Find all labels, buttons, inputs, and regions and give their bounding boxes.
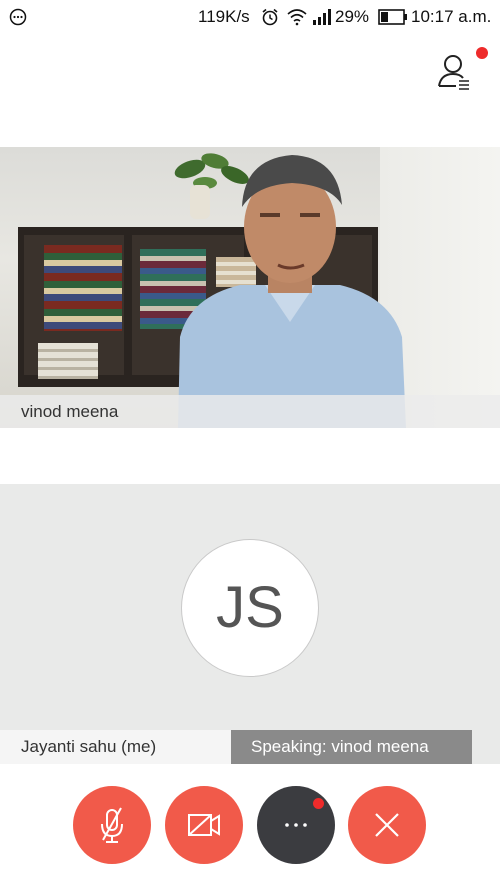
battery-icon <box>378 9 407 25</box>
self-participant-name: Jayanti sahu (me) <box>21 737 157 756</box>
remote-name-bar: vinod meena <box>0 395 500 428</box>
participants-button[interactable] <box>436 48 476 92</box>
speaking-text: Speaking: vinod meena <box>251 737 429 756</box>
toggle-video-button[interactable] <box>165 786 243 864</box>
more-horizontal-icon <box>285 823 307 827</box>
network-speed: 119K/s <box>198 7 250 26</box>
signal-icon <box>313 9 331 25</box>
mic-off-icon <box>101 807 123 843</box>
more-circle-icon <box>9 8 27 26</box>
mute-microphone-button[interactable] <box>73 786 151 864</box>
notification-dot <box>313 798 324 809</box>
more-options-button[interactable] <box>257 786 335 864</box>
remote-video[interactable]: vinod meena <box>0 147 500 428</box>
video-off-icon <box>188 814 220 836</box>
avatar: JS <box>181 539 319 677</box>
participant-person <box>178 155 406 428</box>
speaking-indicator: Speaking: vinod meena <box>231 730 472 764</box>
status-bar: 119K/s 29% 10:17 a.m. <box>0 0 500 34</box>
battery-percent: 29% <box>335 7 370 26</box>
remote-participant-name: vinod meena <box>21 402 119 421</box>
clock: 10:17 a.m. <box>411 7 492 26</box>
end-call-button[interactable] <box>348 786 426 864</box>
wifi-icon <box>287 9 307 26</box>
avatar-initials: JS <box>216 575 284 640</box>
close-icon <box>375 813 399 837</box>
alarm-icon <box>262 8 278 26</box>
self-name-bar: Jayanti sahu (me) <box>0 730 231 764</box>
self-video-tile[interactable]: JS Jayanti sahu (me) Speaking: vinod mee… <box>0 484 500 764</box>
notification-dot <box>476 47 488 59</box>
participants-icon <box>438 55 469 90</box>
